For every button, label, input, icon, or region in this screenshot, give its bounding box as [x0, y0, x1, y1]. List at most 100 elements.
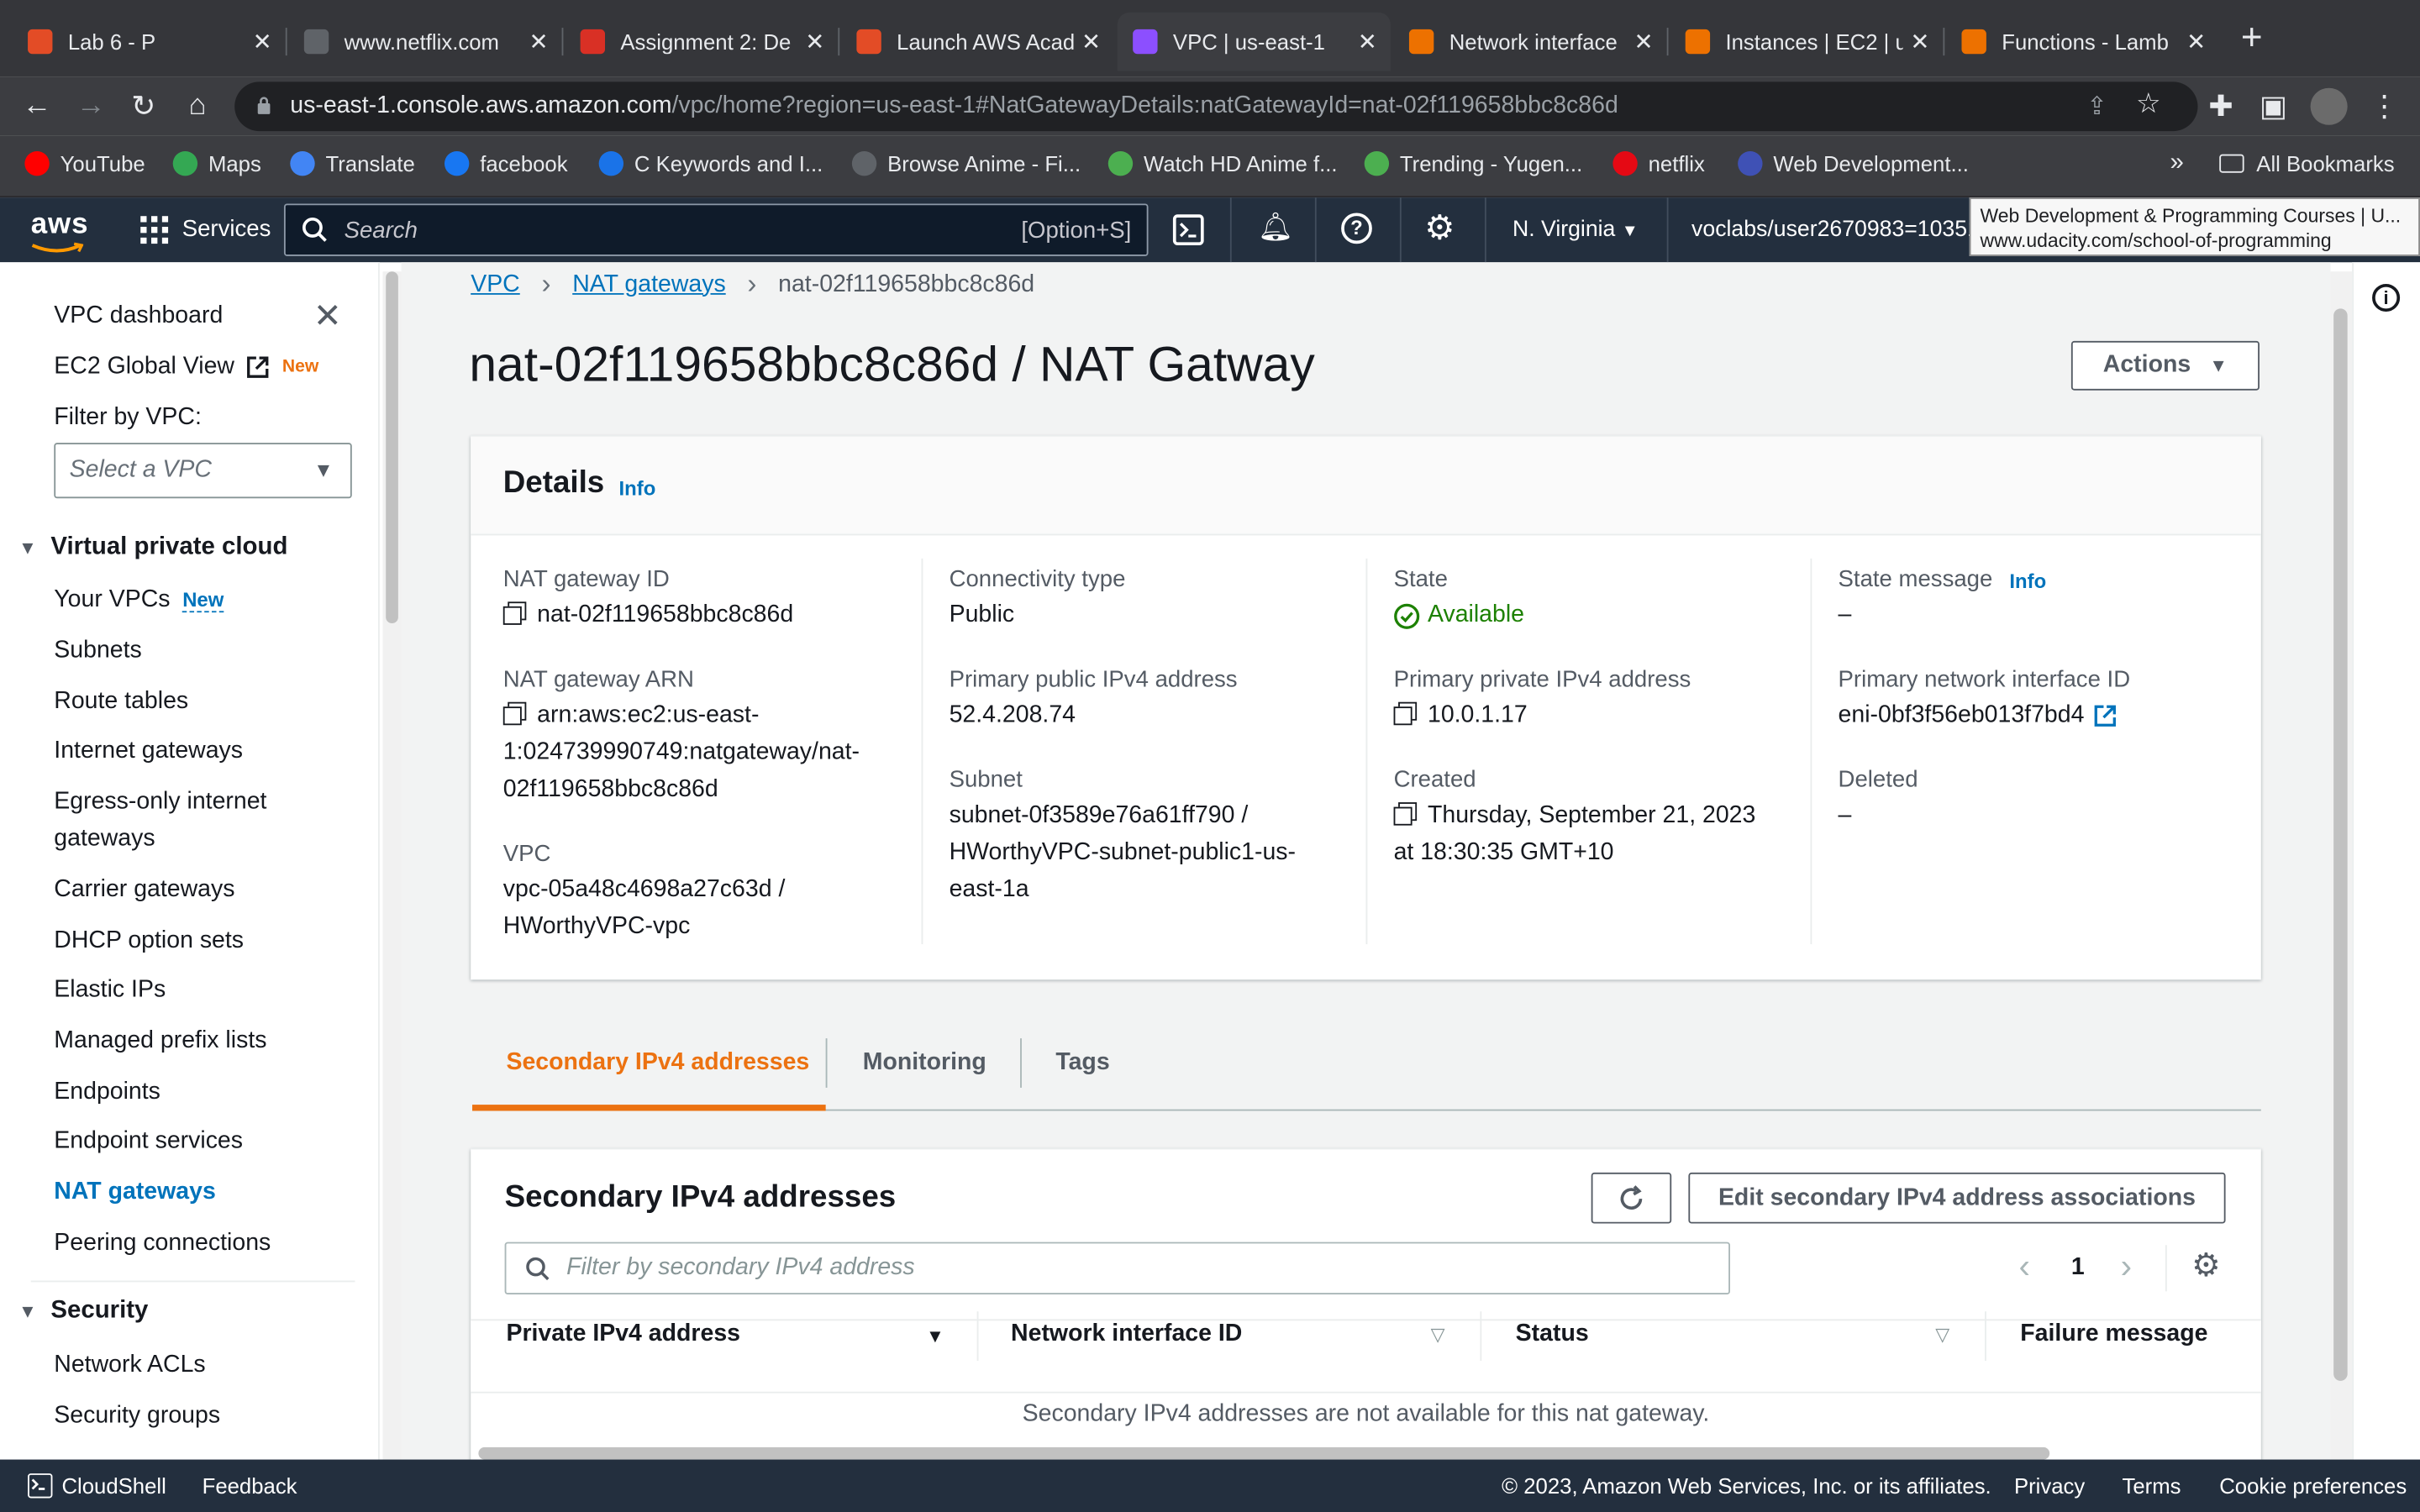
- subnet-link[interactable]: subnet-0f3589e76a61ff790 / HWorthyVPC-su…: [950, 798, 1296, 909]
- bookmark-item[interactable]: Watch HD Anime f...: [1107, 151, 1338, 176]
- sidebar-item-subnets[interactable]: Subnets: [54, 638, 141, 665]
- bookmark-item[interactable]: Trending - Yugen...: [1364, 151, 1582, 176]
- table-settings-gear-icon[interactable]: ⚙: [2191, 1247, 2221, 1285]
- info-panel-icon[interactable]: i: [2372, 283, 2401, 312]
- site-info-icon[interactable]: [256, 96, 271, 116]
- public-ip-link[interactable]: 52.4.208.74: [950, 697, 1076, 734]
- extensions-icon[interactable]: ✚: [2201, 87, 2241, 127]
- secondary-filter-input[interactable]: Filter by secondary IPv4 address: [504, 1242, 1730, 1295]
- close-sidebar-icon[interactable]: ✕: [313, 298, 342, 333]
- close-tab-icon[interactable]: ✕: [1350, 28, 1384, 55]
- cloudshell-icon[interactable]: [1172, 214, 1204, 246]
- services-menu[interactable]: Services: [182, 216, 271, 242]
- account-menu[interactable]: voclabs/user2670983=103517: [1691, 218, 1992, 242]
- tab-tags[interactable]: Tags: [1055, 1049, 1109, 1077]
- sidebar-section-security[interactable]: ▼ Security: [18, 1298, 148, 1326]
- bookmark-item[interactable]: Translate: [290, 151, 415, 176]
- prev-page-icon[interactable]: ‹: [2018, 1247, 2029, 1287]
- aws-logo[interactable]: aws: [31, 208, 89, 253]
- sort-icon[interactable]: ▽: [1935, 1324, 1949, 1346]
- tab-monitoring[interactable]: Monitoring: [863, 1049, 986, 1077]
- sidebar-item-egress-only-internet[interactable]: Egress-only internet: [54, 789, 266, 816]
- state-message-info-link[interactable]: Info: [2009, 570, 2046, 593]
- new-tab-icon[interactable]: +: [2232, 17, 2272, 59]
- breadcrumb-nat-gateways[interactable]: NAT gateways: [572, 270, 725, 298]
- sidebar-item-vpc-dashboard[interactable]: VPC dashboard: [54, 302, 223, 330]
- breadcrumb-vpc[interactable]: VPC: [471, 270, 520, 298]
- side-panel-icon[interactable]: ▣: [2254, 87, 2294, 127]
- copy-icon[interactable]: [502, 601, 527, 625]
- sidebar-item-peering-connections[interactable]: Peering connections: [54, 1230, 271, 1257]
- browser-menu-icon[interactable]: ⋮: [2365, 87, 2405, 127]
- browser-tab[interactable]: www.netflix.com ✕: [288, 13, 561, 71]
- edit-secondary-ipv4-button[interactable]: Edit secondary IPv4 address associations: [1688, 1172, 2226, 1224]
- sidebar-section-virtual-private-cloud[interactable]: ▼ Virtual private cloud: [18, 534, 287, 562]
- address-bar[interactable]: us-east-1.console.aws.amazon.com/vpc/hom…: [234, 81, 2198, 132]
- browser-tab[interactable]: Lab 6 - P ✕: [13, 13, 286, 71]
- sidebar-item-internet-gateways[interactable]: Internet gateways: [54, 738, 243, 765]
- aws-search-input[interactable]: Search [Option+S]: [283, 203, 1149, 256]
- sidebar-item-route-tables[interactable]: Route tables: [54, 688, 188, 716]
- cookie-preferences-link[interactable]: Cookie preferences: [2219, 1473, 2407, 1498]
- close-tab-icon[interactable]: ✕: [522, 28, 555, 55]
- forward-icon[interactable]: →: [71, 87, 111, 127]
- more-bookmarks-icon[interactable]: »: [2170, 150, 2183, 177]
- browser-tab[interactable]: Launch AWS Acad ✕: [841, 13, 1114, 71]
- sidebar-scrollbar-thumb[interactable]: [386, 271, 398, 624]
- new-badge[interactable]: New: [182, 587, 224, 613]
- refresh-button[interactable]: [1591, 1172, 1672, 1224]
- region-selector[interactable]: N. Virginia ▼: [1512, 218, 1639, 242]
- browser-tab[interactable]: Network interface ✕: [1394, 13, 1667, 71]
- column-header-status[interactable]: Status: [1516, 1320, 1589, 1348]
- cloudshell-link[interactable]: CloudShell: [61, 1473, 166, 1498]
- close-tab-icon[interactable]: ✕: [798, 28, 832, 55]
- sidebar-item-elastic-ips[interactable]: Elastic IPs: [54, 977, 166, 1005]
- eni-link[interactable]: eni-0bf3f56eb013f7bd4: [1839, 697, 2118, 734]
- page-number[interactable]: 1: [2071, 1254, 2085, 1282]
- column-header-private-ipv4[interactable]: Private IPv4 address: [506, 1320, 740, 1348]
- copy-icon[interactable]: [1393, 701, 1418, 726]
- share-icon[interactable]: ⇪: [2086, 91, 2107, 122]
- copy-icon[interactable]: [502, 701, 527, 726]
- actions-button[interactable]: Actions ▼: [2070, 340, 2260, 391]
- sort-icon[interactable]: ▽: [1431, 1324, 1445, 1346]
- cloudshell-icon[interactable]: [28, 1473, 53, 1499]
- bookmark-item[interactable]: facebook: [444, 151, 568, 176]
- sidebar-item-dhcp-option-sets[interactable]: DHCP option sets: [54, 927, 244, 955]
- sidebar-item-nat-gateways[interactable]: NAT gateways: [54, 1179, 216, 1206]
- home-icon[interactable]: ⌂: [177, 87, 218, 127]
- sidebar-item-ec2-global-view[interactable]: EC2 Global View New: [54, 354, 318, 381]
- main-scrollbar-thumb[interactable]: [2333, 308, 2348, 1381]
- sidebar-item-endpoint-services[interactable]: Endpoint services: [54, 1128, 243, 1156]
- sidebar-item-your-vpcs[interactable]: Your VPCs New: [54, 586, 224, 614]
- details-info-link[interactable]: Info: [619, 477, 656, 501]
- vpc-link[interactable]: vpc-05a48c4698a27c63d / HWorthyVPC-vpc: [503, 872, 786, 946]
- column-header-failure-message[interactable]: Failure message: [2020, 1320, 2207, 1348]
- browser-tab[interactable]: Functions - Lamb ✕: [1946, 13, 2219, 71]
- next-page-icon[interactable]: ›: [2121, 1247, 2132, 1287]
- privacy-link[interactable]: Privacy: [2014, 1473, 2085, 1498]
- browser-tab[interactable]: Assignment 2: De ✕: [565, 13, 838, 71]
- close-tab-icon[interactable]: ✕: [1627, 28, 1660, 55]
- column-header-network-interface-id[interactable]: Network interface ID: [1011, 1320, 1242, 1348]
- close-tab-icon[interactable]: ✕: [1903, 28, 1937, 55]
- profile-avatar[interactable]: [2310, 87, 2348, 125]
- feedback-link[interactable]: Feedback: [203, 1473, 297, 1498]
- filter-vpc-select[interactable]: Select a VPC ▼: [54, 443, 352, 499]
- terms-link[interactable]: Terms: [2123, 1473, 2181, 1498]
- close-tab-icon[interactable]: ✕: [245, 28, 279, 55]
- table-horizontal-scrollbar[interactable]: [478, 1446, 2050, 1460]
- star-icon[interactable]: ☆: [2136, 88, 2161, 121]
- bookmark-item[interactable]: netflix: [1612, 151, 1705, 176]
- bookmark-item[interactable]: C Keywords and I...: [598, 151, 823, 176]
- close-tab-icon[interactable]: ✕: [1074, 28, 1107, 55]
- sidebar-item-carrier-gateways[interactable]: Carrier gateways: [54, 876, 234, 904]
- bell-icon[interactable]: 🔔︎: [1258, 212, 1293, 244]
- bookmark-item[interactable]: Browse Anime - Fi...: [851, 151, 1081, 176]
- reload-icon[interactable]: ↻: [124, 87, 164, 127]
- close-tab-icon[interactable]: ✕: [2179, 28, 2212, 55]
- services-grid-icon[interactable]: [140, 216, 169, 244]
- sidebar-item-gateways[interactable]: gateways: [54, 826, 155, 853]
- bookmark-item[interactable]: YouTube: [24, 151, 145, 176]
- copy-icon[interactable]: [1393, 802, 1418, 826]
